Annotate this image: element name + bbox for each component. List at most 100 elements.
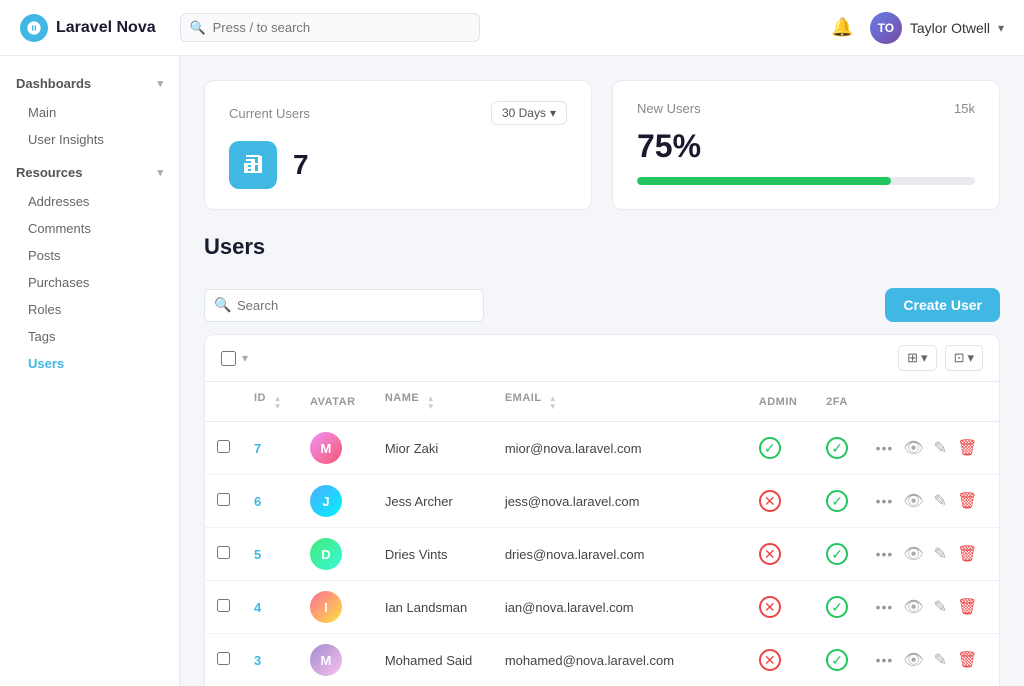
row-email: dries@nova.laravel.com	[493, 528, 747, 581]
row-name: Mohamed Said	[373, 634, 493, 686]
select-all-checkbox[interactable]	[221, 351, 236, 366]
filter-icon: ⊡	[954, 350, 965, 366]
logo[interactable]: Laravel Nova	[20, 14, 156, 42]
row-avatar-cell: M	[298, 422, 373, 475]
delete-button[interactable]: 🗑	[957, 544, 977, 564]
view-button[interactable]: 👁	[903, 438, 923, 458]
chevron-icon: ▾	[157, 77, 163, 90]
more-actions-button[interactable]: •••	[876, 493, 894, 509]
edit-button[interactable]: ✎	[934, 650, 947, 670]
delete-button[interactable]: 🗑	[957, 438, 977, 458]
table-top-bar: ▾ ⊞ ▾ ⊡ ▾	[205, 335, 999, 382]
view-toggle-button[interactable]: ⊞ ▾	[898, 345, 936, 371]
sidebar-item-posts[interactable]: Posts	[0, 242, 179, 269]
main-content: Current Users 30 Days ▾ 7	[180, 56, 1024, 686]
search-wrap: 🔍	[204, 289, 484, 322]
action-buttons: ••• 👁 ✎ 🗑	[876, 491, 987, 511]
col-admin: ADMIN	[747, 382, 814, 422]
progress-bar	[637, 177, 975, 185]
view-button[interactable]: 👁	[903, 650, 923, 670]
view-button[interactable]: 👁	[903, 544, 923, 564]
topbar: Laravel Nova 🔍 🔔 TO Taylor Otwell ▾	[0, 0, 1024, 56]
row-avatar-cell: I	[298, 581, 373, 634]
sort-icon[interactable]: ▲▼	[427, 395, 435, 411]
row-avatar-cell: D	[298, 528, 373, 581]
create-user-button[interactable]: Create User	[885, 288, 1000, 322]
view-button[interactable]: 👁	[903, 491, 923, 511]
row-checkbox[interactable]	[217, 652, 230, 665]
row-twofa: ✓	[814, 422, 864, 475]
search-create-row: 🔍 Create User	[204, 288, 1000, 322]
edit-button[interactable]: ✎	[934, 438, 947, 458]
users-table: ID ▲▼ AVATAR NAME ▲▼ EMAIL ▲▼ ADMIN 2FA	[205, 382, 999, 686]
user-menu[interactable]: TO Taylor Otwell ▾	[870, 12, 1004, 44]
sidebar-item-user-insights[interactable]: User Insights	[0, 126, 179, 153]
filter-button[interactable]: ⊡ ▾	[945, 345, 983, 371]
avatar: M	[310, 432, 342, 464]
sidebar-section-header-dashboards[interactable]: Dashboards ▾	[0, 68, 179, 99]
delete-button[interactable]: 🗑	[957, 650, 977, 670]
row-admin: ✕	[747, 475, 814, 528]
bar-chart-icon	[241, 153, 265, 177]
edit-button[interactable]: ✎	[934, 491, 947, 511]
action-buttons: ••• 👁 ✎ 🗑	[876, 438, 987, 458]
sidebar-item-comments[interactable]: Comments	[0, 215, 179, 242]
user-name: Taylor Otwell	[910, 20, 990, 36]
search-input[interactable]	[180, 13, 480, 42]
view-button[interactable]: 👁	[903, 597, 923, 617]
sidebar-section-header-resources[interactable]: Resources ▾	[0, 157, 179, 188]
table-search-input[interactable]	[204, 289, 484, 322]
period-select[interactable]: 30 Days ▾	[491, 101, 567, 125]
topbar-right: 🔔 TO Taylor Otwell ▾	[831, 12, 1004, 44]
search-icon: 🔍	[214, 297, 231, 314]
current-users-count: 7	[293, 149, 309, 181]
logo-svg	[26, 20, 42, 36]
table-row: 6 J Jess Archer jess@nova.laravel.com ✕ …	[205, 475, 999, 528]
sidebar-item-main[interactable]: Main	[0, 99, 179, 126]
chevron-down-icon[interactable]: ▾	[242, 351, 248, 365]
admin-status: ✕	[759, 596, 781, 618]
period-chevron: ▾	[550, 106, 556, 120]
chevron-down-icon: ▾	[998, 21, 1004, 35]
bell-icon[interactable]: 🔔	[831, 17, 853, 38]
table-body: 7 M Mior Zaki mior@nova.laravel.com ✓ ✓ …	[205, 422, 999, 686]
row-checkbox[interactable]	[217, 493, 230, 506]
sidebar-section-label: Dashboards	[16, 76, 91, 91]
row-actions: ••• 👁 ✎ 🗑	[864, 528, 999, 581]
more-actions-button[interactable]: •••	[876, 546, 894, 562]
action-buttons: ••• 👁 ✎ 🗑	[876, 597, 987, 617]
col-id: ID ▲▼	[242, 382, 298, 422]
table-container: ▾ ⊞ ▾ ⊡ ▾	[204, 334, 1000, 686]
sidebar-item-users[interactable]: Users	[0, 350, 179, 377]
logo-icon	[20, 14, 48, 42]
col-name: NAME ▲▼	[373, 382, 493, 422]
more-actions-button[interactable]: •••	[876, 440, 894, 456]
row-email: jess@nova.laravel.com	[493, 475, 747, 528]
delete-button[interactable]: 🗑	[957, 597, 977, 617]
stat-value-row: 7	[229, 141, 567, 189]
table-row: 4 I Ian Landsman ian@nova.laravel.com ✕ …	[205, 581, 999, 634]
avatar: M	[310, 644, 342, 676]
col-avatar: AVATAR	[298, 382, 373, 422]
avatar: TO	[870, 12, 902, 44]
col-email: EMAIL ▲▼	[493, 382, 747, 422]
sidebar-item-tags[interactable]: Tags	[0, 323, 179, 350]
edit-button[interactable]: ✎	[934, 544, 947, 564]
sidebar-item-purchases[interactable]: Purchases	[0, 269, 179, 296]
sort-icon[interactable]: ▲▼	[274, 395, 282, 411]
delete-button[interactable]: 🗑	[957, 491, 977, 511]
row-twofa: ✓	[814, 581, 864, 634]
edit-button[interactable]: ✎	[934, 597, 947, 617]
action-buttons: ••• 👁 ✎ 🗑	[876, 650, 987, 670]
row-checkbox[interactable]	[217, 546, 230, 559]
row-checkbox[interactable]	[217, 440, 230, 453]
admin-status: ✓	[759, 437, 781, 459]
sidebar-item-roles[interactable]: Roles	[0, 296, 179, 323]
sort-icon[interactable]: ▲▼	[549, 395, 557, 411]
action-buttons: ••• 👁 ✎ 🗑	[876, 544, 987, 564]
sidebar-item-addresses[interactable]: Addresses	[0, 188, 179, 215]
row-checkbox[interactable]	[217, 599, 230, 612]
row-twofa: ✓	[814, 634, 864, 686]
more-actions-button[interactable]: •••	[876, 652, 894, 668]
more-actions-button[interactable]: •••	[876, 599, 894, 615]
